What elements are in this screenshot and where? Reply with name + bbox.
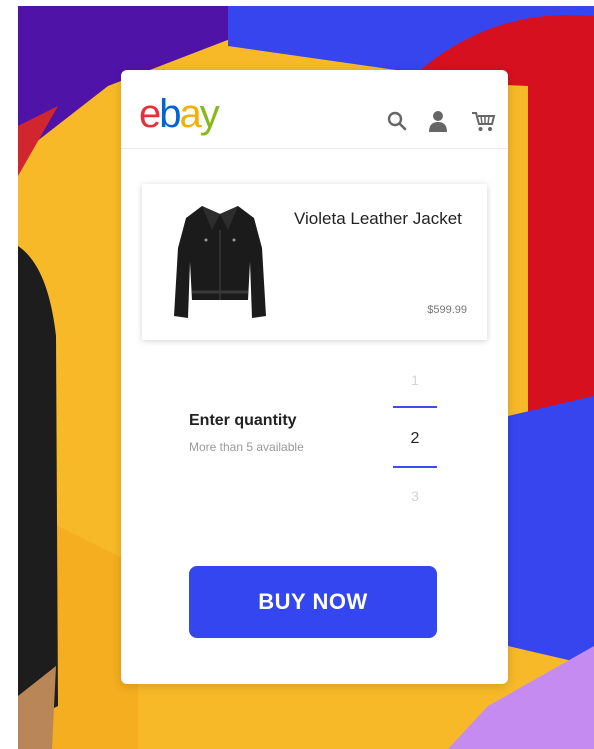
product-card: ebay Violeta Leather Jacket $599.99 Ente…	[121, 70, 508, 684]
leather-jacket-image	[172, 200, 268, 324]
picker-divider-top	[393, 406, 437, 408]
product-title: Violeta Leather Jacket	[294, 209, 462, 228]
logo-letter-a: a	[179, 92, 202, 136]
logo-letter-e: e	[139, 92, 161, 136]
picker-divider-bottom	[393, 466, 437, 468]
cart-icon[interactable]	[471, 108, 497, 134]
availability-text: More than 5 available	[189, 440, 304, 454]
buy-now-button[interactable]: BUY NOW	[189, 566, 437, 638]
search-icon[interactable]	[384, 108, 410, 134]
logo-letter-b: b	[159, 92, 181, 136]
quantity-option-3[interactable]: 3	[395, 488, 435, 504]
ebay-logo[interactable]: ebay	[139, 92, 220, 136]
user-icon[interactable]	[425, 108, 451, 134]
app-header: ebay	[121, 70, 508, 149]
logo-letter-y: y	[199, 92, 220, 136]
quantity-option-1[interactable]: 1	[395, 372, 435, 388]
quantity-label: Enter quantity	[189, 412, 297, 429]
product-tile[interactable]: Violeta Leather Jacket $599.99	[142, 184, 487, 340]
quantity-selected[interactable]: 2	[395, 430, 435, 448]
product-price: $599.99	[427, 304, 467, 316]
